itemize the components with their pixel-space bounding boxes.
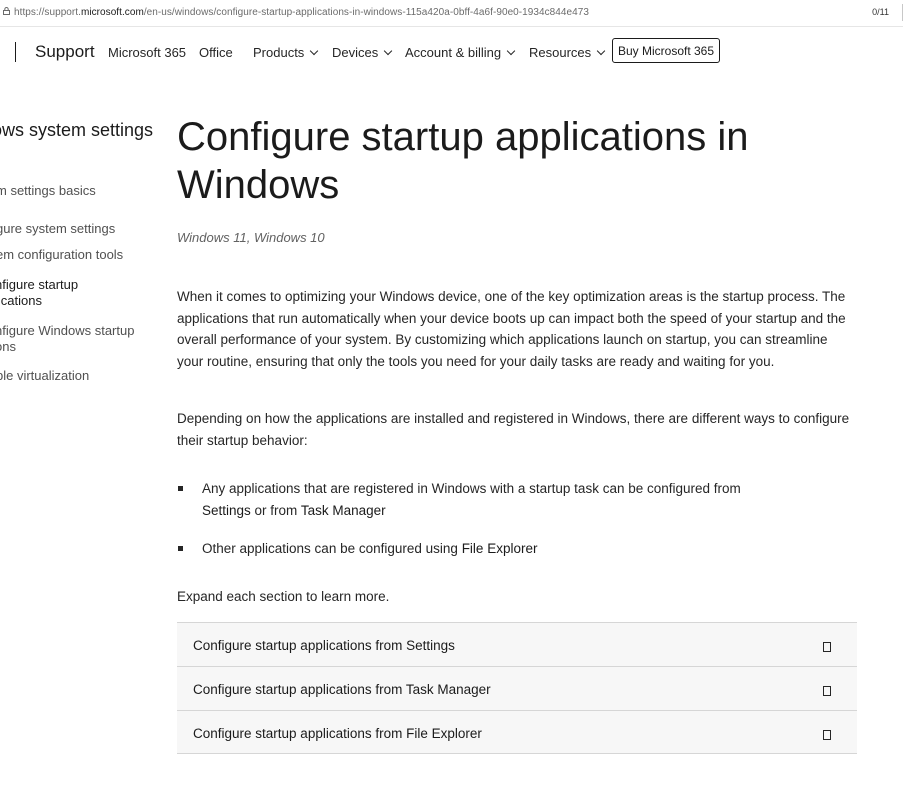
url-path: /en-us/windows/configure-startup-applica…	[143, 7, 589, 18]
sidebar-item-settings-basics[interactable]: m settings basics	[0, 183, 96, 199]
url-host: microsoft.com	[80, 7, 144, 18]
nav-products-label: Products	[253, 45, 305, 60]
sidebar-item-label: nfigure startup	[0, 277, 79, 292]
accordion-label: Configure startup applications from File…	[193, 726, 482, 741]
expand-icon	[823, 642, 831, 652]
expand-note: Expand each section to learn more.	[177, 589, 390, 604]
bullet-icon	[178, 486, 183, 491]
applies-to: Windows 11, Windows 10	[177, 230, 325, 245]
nav-microsoft-365[interactable]: Microsoft 365	[108, 45, 186, 60]
list-item: Other applications can be configured usi…	[178, 538, 822, 560]
nav-products[interactable]: Products	[253, 45, 319, 60]
find-counter: 0/11	[872, 7, 889, 17]
url-text[interactable]: https://support.microsoft.com/en-us/wind…	[14, 7, 589, 18]
address-bar[interactable]: https://support.microsoft.com/en-us/wind…	[0, 0, 903, 27]
chevron-down-icon	[310, 46, 319, 56]
accordion-label: Configure startup applications from Task…	[193, 682, 491, 697]
task-manager-term: Task Manager	[300, 502, 386, 518]
sidebar-item-virtualization[interactable]: ble virtualization	[0, 368, 89, 384]
top-navigation: Support Microsoft 365 Office Products De…	[0, 26, 903, 78]
chevron-down-icon	[384, 46, 393, 56]
nav-devices[interactable]: Devices	[332, 45, 393, 60]
sidebar-item-label: nfigure Windows startup	[0, 323, 135, 338]
chevron-down-icon	[596, 46, 606, 56]
nav-devices-label: Devices	[332, 45, 379, 60]
sidebar-item-configuration-tools[interactable]: em configuration tools	[0, 247, 123, 263]
url-prefix: https://support.	[14, 7, 81, 18]
accordion-label: Configure startup applications from Sett…	[193, 638, 455, 653]
expand-icon	[823, 686, 831, 696]
nav-resources[interactable]: Resources	[529, 45, 606, 60]
sidebar-title: ows system settings	[0, 120, 154, 140]
nav-resources-label: Resources	[529, 45, 592, 60]
chevron-down-icon	[506, 46, 516, 56]
nav-account-billing-label: Account & billing	[405, 45, 502, 60]
bullet-text: or from	[254, 502, 298, 518]
buy-microsoft-365-button[interactable]: Buy Microsoft 365	[612, 38, 720, 63]
nav-account-billing[interactable]: Account & billing	[405, 45, 516, 60]
sidebar-item-label: lications	[0, 293, 42, 308]
list-item: Any applications that are registered in …	[178, 478, 822, 521]
lock-icon	[3, 7, 10, 15]
expand-icon	[823, 730, 831, 740]
page-title: Configure startup applications in Window…	[177, 115, 749, 207]
sidebar-item-label: ons	[0, 339, 16, 354]
bullet-text: Other applications can be configured usi…	[202, 541, 458, 556]
bullet-icon	[178, 546, 183, 551]
logo-divider	[15, 42, 16, 62]
accordion-item-settings[interactable]: Configure startup applications from Sett…	[177, 622, 857, 666]
accordion-item-task-manager[interactable]: Configure startup applications from Task…	[177, 666, 857, 710]
intro-paragraph: When it comes to optimizing your Windows…	[177, 289, 846, 369]
settings-term: Settings	[202, 502, 251, 518]
bullet-text: Any applications that are registered in …	[202, 481, 741, 496]
sidebar-item-configure-windows-startup[interactable]: nfigure Windows startup ons	[0, 323, 134, 355]
depending-paragraph: Depending on how the applications are in…	[177, 411, 850, 448]
sidebar-item-configure-system-settings[interactable]: gure system settings	[0, 221, 115, 237]
nav-office[interactable]: Office	[199, 45, 233, 60]
file-explorer-term: File Explorer	[461, 541, 538, 556]
support-brand-link[interactable]: Support	[35, 42, 95, 62]
accordion-item-file-explorer[interactable]: Configure startup applications from File…	[177, 710, 857, 754]
sidebar-item-configure-startup-applications[interactable]: nfigure startup lications	[0, 277, 78, 309]
